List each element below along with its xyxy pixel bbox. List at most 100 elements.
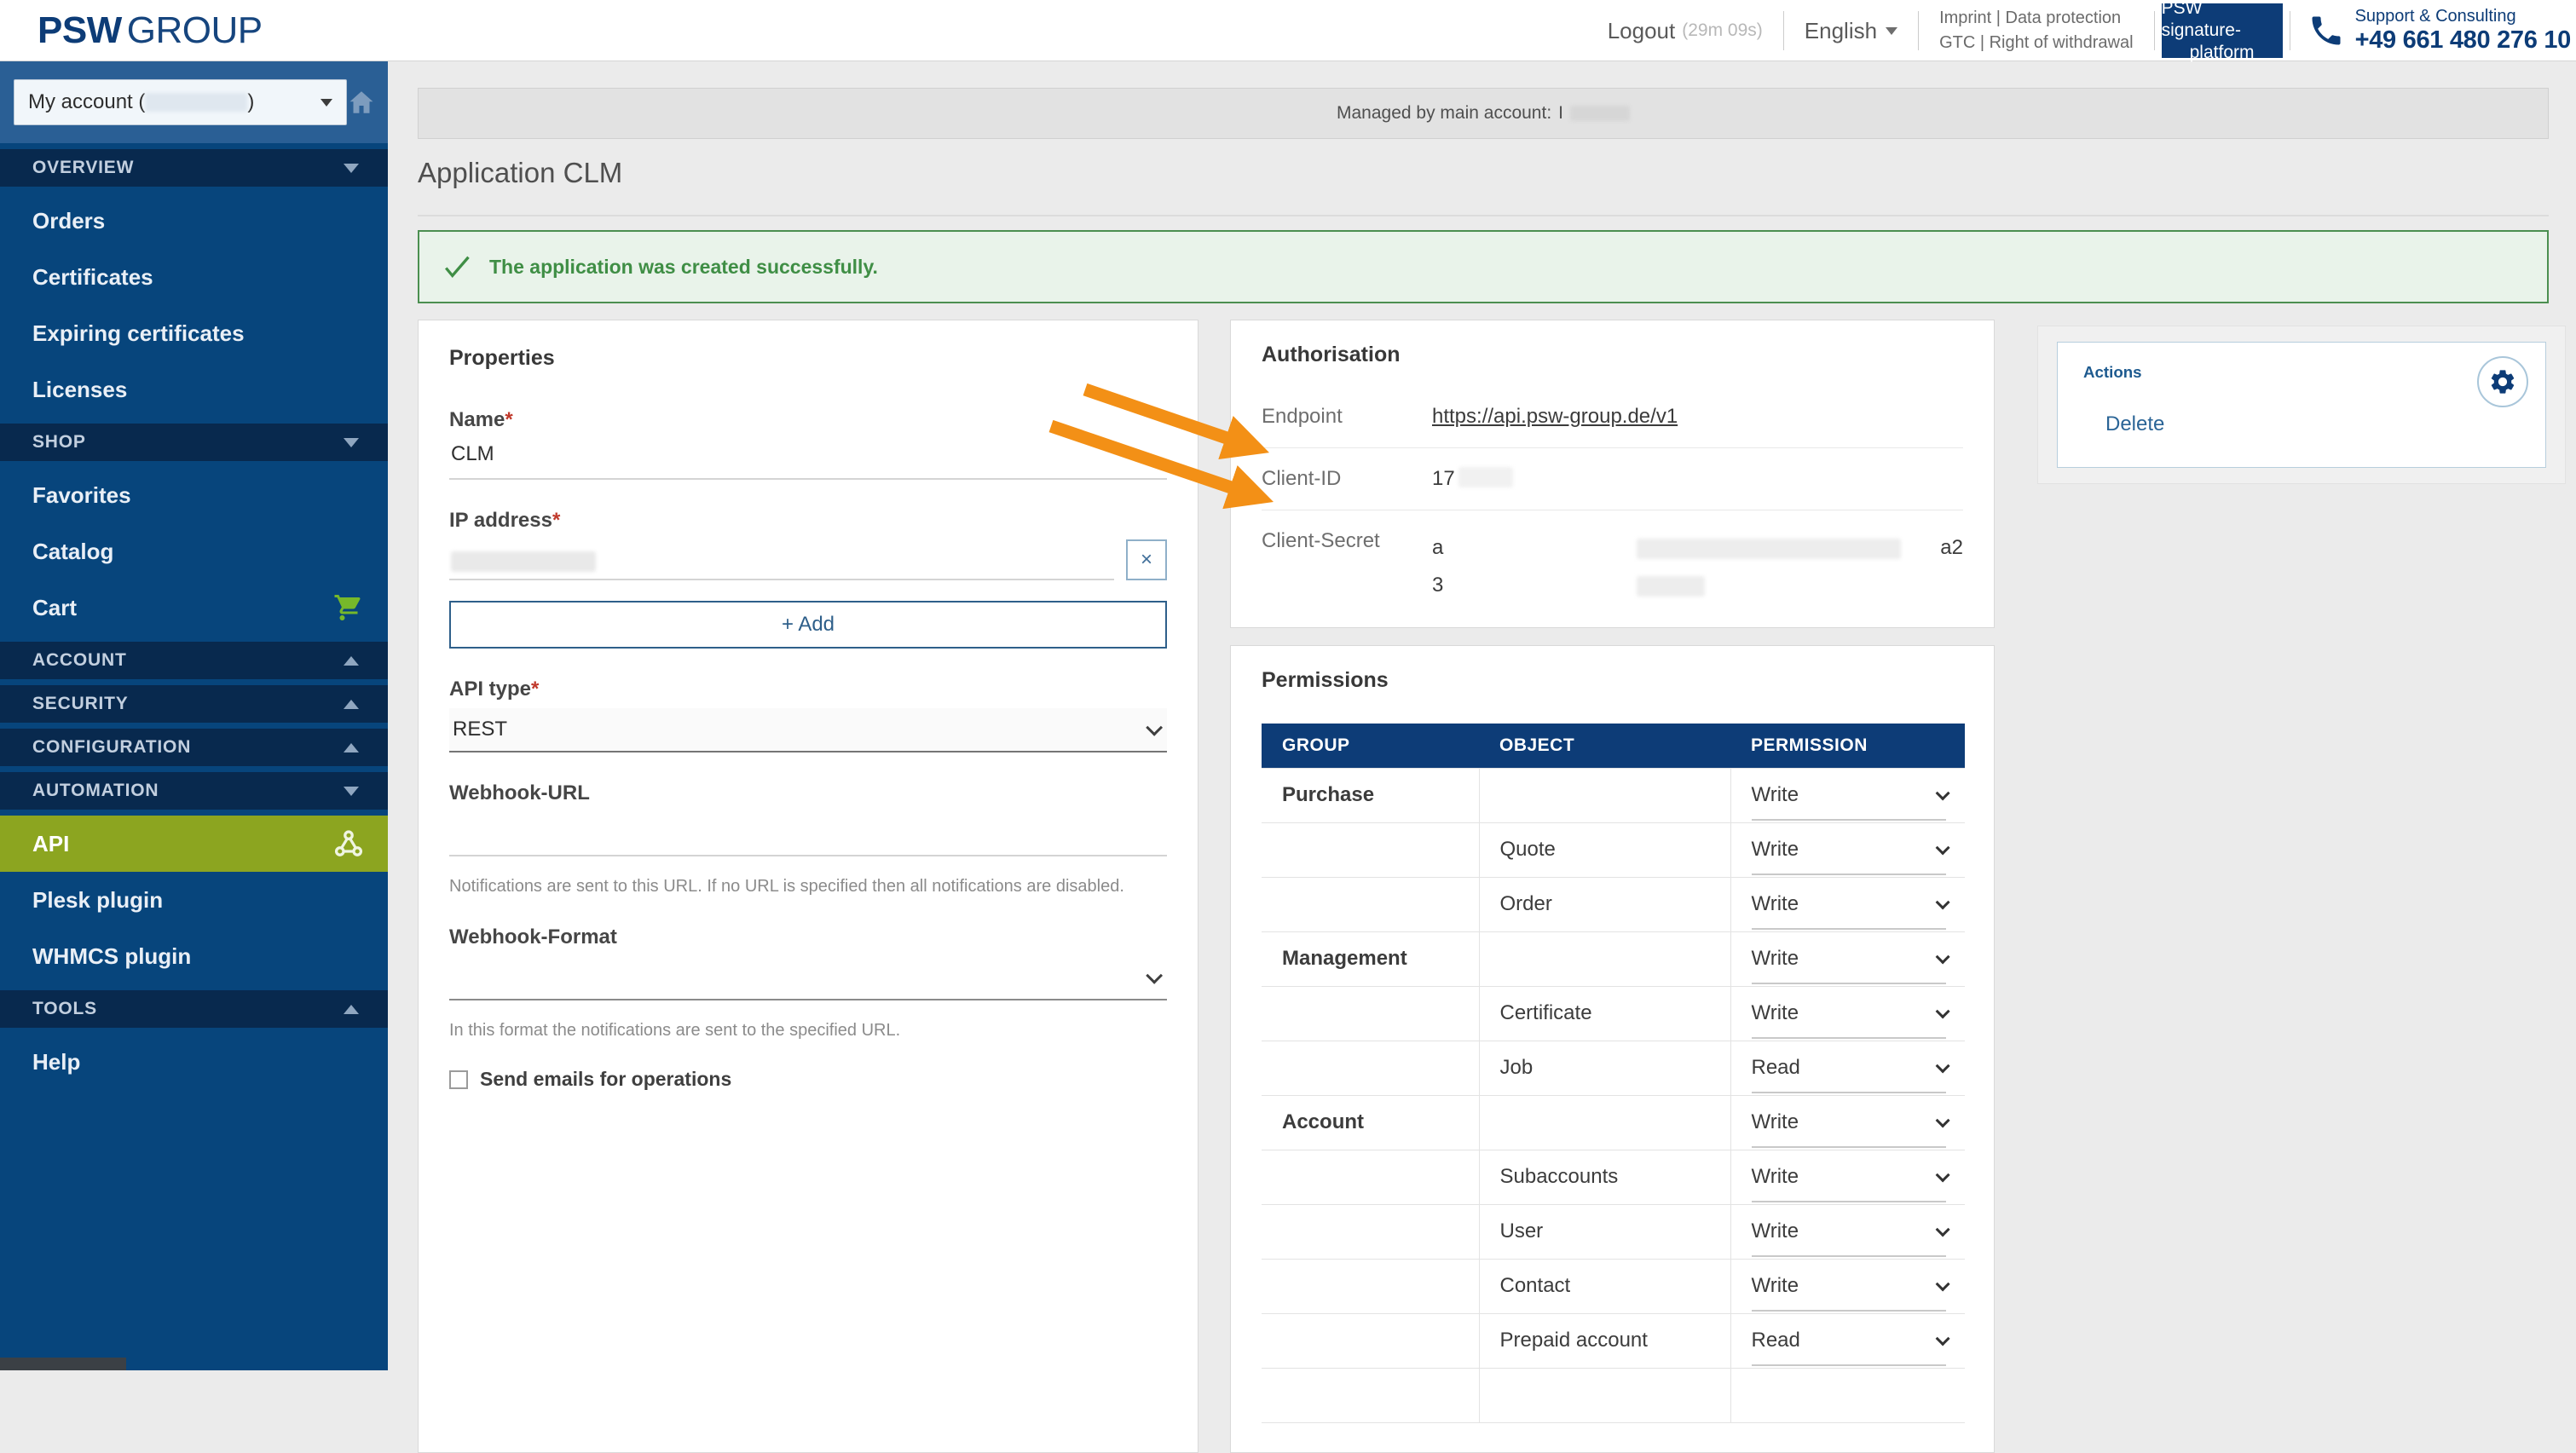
sidebar-section-overview[interactable]: OVERVIEW xyxy=(0,149,388,187)
home-icon xyxy=(347,88,376,117)
section-label: AUTOMATION xyxy=(32,781,159,801)
permission-select[interactable]: Write xyxy=(1745,838,1952,862)
endpoint-row: Endpoint https://api.psw-group.de/v1 xyxy=(1262,386,1963,448)
ip-address-label: IP address* xyxy=(449,509,1167,533)
sidebar-item-catalog[interactable]: Catalog xyxy=(0,523,388,579)
chevron-down-icon xyxy=(344,164,359,173)
section-label: ACCOUNT xyxy=(32,650,127,671)
header-divider xyxy=(2154,11,2155,50)
table-row: Certificate Write xyxy=(1262,986,1965,1041)
ip-address-field[interactable] xyxy=(449,536,1114,580)
column-header-group: GROUP xyxy=(1262,724,1479,768)
required-mark: * xyxy=(531,677,539,701)
chevron-down-icon xyxy=(1936,786,1950,800)
language-selector[interactable]: English xyxy=(1784,18,1918,44)
chevron-up-icon xyxy=(344,700,359,709)
item-label: Help xyxy=(32,1049,80,1075)
sidebar-section-security[interactable]: SECURITY xyxy=(0,685,388,723)
object-cell: Certificate xyxy=(1479,986,1730,1041)
item-label: Expiring certificates xyxy=(32,320,245,347)
remove-ip-button[interactable]: × xyxy=(1126,539,1167,580)
permission-select[interactable]: Write xyxy=(1745,1274,1952,1298)
logout-button[interactable]: Logout (29m 09s) xyxy=(1587,18,1783,44)
sidebar-item-help[interactable]: Help xyxy=(0,1034,388,1090)
permission-select[interactable]: Write xyxy=(1745,1110,1952,1134)
sidebar-item-plesk-plugin[interactable]: Plesk plugin xyxy=(0,872,388,928)
permission-select[interactable]: Write xyxy=(1745,1001,1952,1025)
table-row: Prepaid accountRead xyxy=(1262,1313,1965,1368)
chevron-up-icon xyxy=(344,656,359,666)
chevron-down-icon xyxy=(344,438,359,447)
section-label: SHOP xyxy=(32,432,86,453)
sidebar-section-account[interactable]: ACCOUNT xyxy=(0,642,388,679)
client-secret-fragment-2: 3 xyxy=(1432,567,1637,604)
sidebar-item-cart[interactable]: Cart xyxy=(0,579,388,636)
sidebar-section-configuration[interactable]: CONFIGURATION xyxy=(0,729,388,766)
item-label: WHMCS plugin xyxy=(32,943,191,970)
table-row: ContactWrite xyxy=(1262,1259,1965,1313)
group-cell xyxy=(1262,877,1479,931)
item-label: Plesk plugin xyxy=(32,887,163,914)
sidebar-item-whmcs-plugin[interactable]: WHMCS plugin xyxy=(0,928,388,984)
legal-links[interactable]: Imprint | Data protection GTC | Right of… xyxy=(1919,6,2154,55)
sidebar-item-certificates[interactable]: Certificates xyxy=(0,249,388,305)
sidebar-item-orders[interactable]: Orders xyxy=(0,193,388,249)
chevron-down-icon xyxy=(1936,1113,1950,1127)
chevron-down-icon xyxy=(1936,1058,1950,1073)
support-phone-number: +49 661 480 276 10 xyxy=(2355,26,2571,55)
group-cell xyxy=(1262,1150,1479,1204)
permission-select[interactable]: Write xyxy=(1745,783,1952,807)
permission-select[interactable]: Write xyxy=(1745,1165,1952,1189)
sidebar-item-licenses[interactable]: Licenses xyxy=(0,361,388,418)
account-select[interactable]: My account ( ) xyxy=(14,79,347,125)
object-cell xyxy=(1479,768,1730,822)
api-type-value: REST xyxy=(453,718,507,741)
send-emails-checkbox[interactable] xyxy=(449,1070,468,1089)
sidebar-item-api[interactable]: API xyxy=(0,816,388,872)
group-cell xyxy=(1262,822,1479,877)
success-alert: The application was created successfully… xyxy=(418,230,2549,303)
support-label: Support & Consulting xyxy=(2355,7,2571,26)
session-timer: (29m 09s) xyxy=(1682,20,1763,41)
api-type-select[interactable]: REST xyxy=(449,708,1167,752)
home-button[interactable] xyxy=(347,88,376,117)
endpoint-link[interactable]: https://api.psw-group.de/v1 xyxy=(1432,405,1678,429)
item-label: Certificates xyxy=(32,264,153,291)
chevron-down-icon xyxy=(1936,1277,1950,1291)
delete-button[interactable]: Delete xyxy=(2105,412,2164,436)
psw-signature-platform-button[interactable]: PSW signature- platform xyxy=(2162,3,2283,58)
legal-line1[interactable]: Imprint | Data protection xyxy=(1939,9,2121,27)
object-cell: Order xyxy=(1479,877,1730,931)
account-select-suffix: ) xyxy=(247,90,254,114)
logo-light: GROUP xyxy=(127,9,263,51)
table-row: Order Write xyxy=(1262,877,1965,931)
webhook-format-select[interactable] xyxy=(449,956,1167,1000)
legal-line2[interactable]: GTC | Right of withdrawal xyxy=(1939,33,2134,52)
permission-select[interactable]: Read xyxy=(1745,1056,1952,1080)
webhook-url-field[interactable] xyxy=(449,812,1167,856)
permission-select[interactable]: Write xyxy=(1745,947,1952,971)
client-secret-redacted xyxy=(1637,539,1901,559)
item-label: Catalog xyxy=(32,539,113,565)
table-row: JobRead xyxy=(1262,1041,1965,1095)
sidebar-section-automation[interactable]: AUTOMATION xyxy=(0,772,388,810)
sidebar-item-expiring-certificates[interactable]: Expiring certificates xyxy=(0,305,388,361)
send-emails-label: Send emails for operations xyxy=(480,1068,731,1091)
object-cell: Quote xyxy=(1479,822,1730,877)
sidebar-section-shop[interactable]: SHOP xyxy=(0,424,388,461)
required-mark: * xyxy=(505,408,512,431)
permission-select[interactable]: Write xyxy=(1745,1219,1952,1243)
settings-button[interactable] xyxy=(2477,356,2528,407)
endpoint-label: Endpoint xyxy=(1262,405,1432,429)
group-cell xyxy=(1262,1259,1479,1313)
managed-by-fragment: I xyxy=(1558,103,1563,124)
name-field[interactable]: CLM xyxy=(449,432,1167,480)
add-ip-button[interactable]: + Add xyxy=(449,601,1167,649)
permission-select[interactable]: Write xyxy=(1745,892,1952,916)
client-id-label: Client-ID xyxy=(1262,467,1432,491)
permission-select[interactable]: Read xyxy=(1745,1329,1952,1352)
table-row: ManagementWrite xyxy=(1262,931,1965,986)
sidebar-item-favorites[interactable]: Favorites xyxy=(0,467,388,523)
sidebar-section-tools[interactable]: TOOLS xyxy=(0,990,388,1028)
group-cell xyxy=(1262,1313,1479,1368)
